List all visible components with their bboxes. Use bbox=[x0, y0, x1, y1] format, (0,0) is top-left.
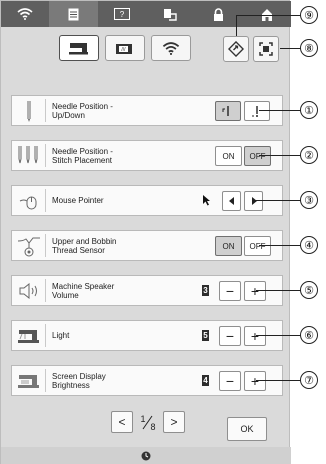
callout-leader-9 bbox=[236, 15, 309, 16]
page-next-button[interactable]: > bbox=[163, 411, 185, 433]
svg-text:///: /// bbox=[121, 47, 126, 53]
settings-page-icon bbox=[68, 8, 79, 20]
home-icon bbox=[261, 8, 272, 21]
light-label: Light bbox=[52, 331, 70, 340]
callout-6: ⑥ bbox=[300, 326, 318, 344]
embroidery-frame-icon: /// bbox=[116, 44, 132, 54]
callout-leader-9-vertical bbox=[236, 15, 237, 36]
page-current: 1 bbox=[140, 414, 145, 424]
settings-screen: ? /// Needle Position - Up/Down Needle P… bbox=[0, 0, 291, 464]
page-prev-button[interactable]: < bbox=[111, 411, 133, 433]
stitch-placement-off-button[interactable]: OFF bbox=[244, 146, 271, 166]
brightness-row: Screen Display Brightness 4 − + bbox=[11, 365, 283, 396]
row-divider bbox=[45, 144, 46, 167]
speaker-volume-label: Machine Speaker Volume bbox=[52, 281, 115, 300]
pointer-prev-button[interactable] bbox=[222, 191, 241, 211]
callout-2: ② bbox=[300, 146, 318, 164]
page-indicator: 18 bbox=[137, 411, 159, 433]
page-total: 8 bbox=[150, 422, 155, 432]
tutorial-tab[interactable] bbox=[146, 1, 194, 27]
light-value: 5 bbox=[202, 330, 209, 341]
thread-sensor-on-button[interactable]: ON bbox=[215, 236, 242, 256]
callout-3: ③ bbox=[300, 191, 318, 209]
speaker-volume-plus-button[interactable]: + bbox=[244, 281, 266, 301]
screen-capture-icon bbox=[259, 42, 273, 56]
ok-button[interactable]: OK bbox=[227, 417, 267, 441]
callout-8: ⑧ bbox=[300, 39, 318, 57]
stitch-placement-on-button[interactable]: ON bbox=[215, 146, 242, 166]
mode-bar: /// bbox=[1, 27, 291, 67]
light-minus-button[interactable]: − bbox=[219, 326, 241, 346]
embroidery-mode-button[interactable]: /// bbox=[105, 35, 145, 61]
row-divider bbox=[45, 369, 46, 392]
light-row: Light 5 − + bbox=[11, 320, 283, 351]
display-icon bbox=[16, 369, 42, 393]
stitch-placement-label: Needle Position - Stitch Placement bbox=[52, 146, 113, 165]
wifi-tab[interactable] bbox=[1, 1, 49, 27]
light-icon bbox=[16, 324, 42, 348]
stitch-placement-row: Needle Position - Stitch Placement ON OF… bbox=[11, 140, 283, 171]
needle-single-icon bbox=[16, 99, 42, 123]
home-tab[interactable] bbox=[243, 1, 291, 27]
thread-sensor-icon bbox=[16, 234, 42, 258]
thread-sensor-row: Upper and Bobbin Thread Sensor ON OFF bbox=[11, 230, 283, 261]
wireless-mode-button[interactable] bbox=[151, 35, 191, 61]
wifi-icon bbox=[17, 8, 33, 20]
top-tab-bar: ? bbox=[1, 1, 291, 27]
speaker-volume-value: 3 bbox=[202, 285, 209, 296]
sewing-machine-icon bbox=[69, 43, 88, 55]
speaker-volume-minus-button[interactable]: − bbox=[219, 281, 241, 301]
row-divider bbox=[45, 279, 46, 302]
light-plus-button[interactable]: + bbox=[244, 326, 266, 346]
callout-9: ⑨ bbox=[300, 6, 318, 24]
wireless-icon bbox=[162, 41, 180, 55]
speaker-volume-row: Machine Speaker Volume 3 − + bbox=[11, 275, 283, 306]
bottom-bar bbox=[1, 447, 291, 464]
triangle-left-icon bbox=[228, 197, 234, 205]
settings-tab[interactable] bbox=[49, 1, 98, 27]
brightness-plus-button[interactable]: + bbox=[244, 371, 266, 391]
row-divider bbox=[45, 189, 46, 212]
svg-text:?: ? bbox=[120, 10, 125, 19]
pointer-shape-icon bbox=[202, 194, 211, 209]
mouse-pointer-label: Mouse Pointer bbox=[52, 196, 104, 205]
needle-down-icon bbox=[252, 106, 258, 117]
speaker-icon bbox=[16, 279, 42, 303]
needle-triple-icon bbox=[16, 144, 42, 168]
needle-up-button[interactable] bbox=[215, 101, 241, 121]
callout-7: ⑦ bbox=[300, 371, 318, 389]
brightness-minus-button[interactable]: − bbox=[219, 371, 241, 391]
lock-icon bbox=[213, 7, 223, 21]
brightness-label: Screen Display Brightness bbox=[52, 371, 106, 390]
needle-up-icon bbox=[222, 106, 229, 116]
row-divider bbox=[45, 324, 46, 347]
clock-icon bbox=[141, 451, 151, 461]
needle-down-button[interactable] bbox=[244, 101, 270, 121]
mouse-icon bbox=[16, 189, 42, 213]
pointer-next-button[interactable] bbox=[244, 191, 263, 211]
brightness-value: 4 bbox=[202, 375, 209, 386]
row-divider bbox=[45, 234, 46, 257]
row-divider bbox=[45, 99, 46, 122]
help-icon: ? bbox=[113, 8, 130, 20]
mouse-pointer-row: Mouse Pointer bbox=[11, 185, 283, 216]
needle-up-down-row: Needle Position - Up/Down bbox=[11, 95, 283, 126]
help-tab[interactable]: ? bbox=[98, 1, 146, 27]
needle-up-down-label: Needle Position - Up/Down bbox=[52, 101, 113, 120]
reset-settings-button[interactable] bbox=[223, 36, 249, 62]
callout-5: ⑤ bbox=[300, 281, 318, 299]
callout-4: ④ bbox=[300, 236, 318, 254]
reset-icon bbox=[228, 41, 244, 57]
sewing-mode-button[interactable] bbox=[59, 35, 99, 61]
screen-capture-button[interactable] bbox=[253, 36, 279, 62]
thread-sensor-label: Upper and Bobbin Thread Sensor bbox=[52, 236, 117, 255]
callout-1: ① bbox=[300, 101, 318, 119]
tutorial-icon bbox=[164, 8, 177, 21]
thread-sensor-off-button[interactable]: OFF bbox=[244, 236, 271, 256]
triangle-right-icon bbox=[251, 197, 257, 205]
